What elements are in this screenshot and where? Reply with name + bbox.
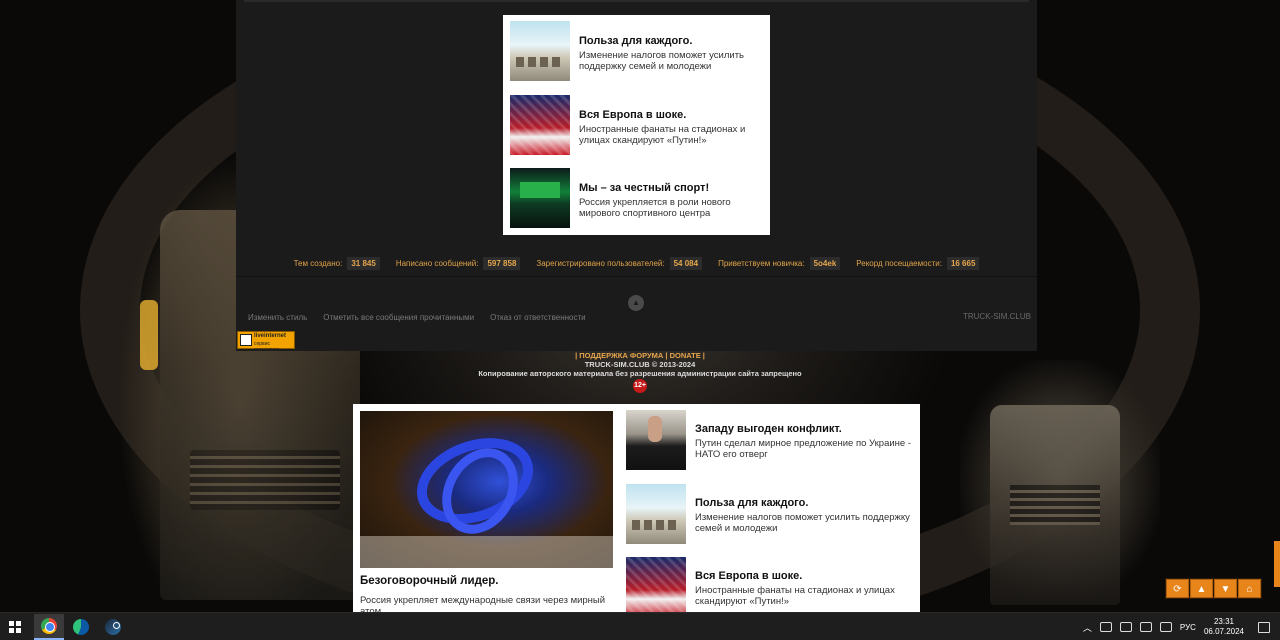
- ad-item[interactable]: Мы – за честный спорт! Россия укрепляетс…: [510, 168, 763, 228]
- copyright-notice: Копирование авторского материала без раз…: [478, 369, 802, 378]
- scroll-to-top-icon[interactable]: ▲: [628, 295, 644, 311]
- edge-taskbar-button[interactable]: [66, 614, 96, 640]
- notification-icon[interactable]: [1258, 621, 1270, 633]
- ad-desc: Путин сделал мирное предложение по Украи…: [695, 438, 911, 460]
- ad-title[interactable]: Польза для каждого.: [579, 35, 763, 48]
- stat-value: 597 858: [483, 257, 521, 270]
- stat-label: Приветствуем новичка:: [718, 259, 805, 268]
- ad-block-bottom: Безоговорочный лидер. Россия укрепляет м…: [353, 404, 920, 612]
- classroom-photo[interactable]: [626, 483, 686, 544]
- copyright-text: TRUCK-SIM.CLUB © 2013-2024: [584, 360, 696, 369]
- ad-block-top: Польза для каждого. Изменение налогов по…: [503, 15, 770, 235]
- ad-desc: Иностранные фанаты на стадионах и улицах…: [579, 123, 746, 146]
- ad-item[interactable]: Вся Европа в шоке. Иностранные фанаты на…: [626, 557, 916, 612]
- stat-value: 54 084: [669, 257, 703, 270]
- arrow-up-icon[interactable]: ▲: [1190, 579, 1213, 598]
- steam-icon: [105, 619, 121, 635]
- steam-taskbar-button[interactable]: [98, 614, 128, 640]
- disclaimer-link[interactable]: Отказ от ответственности: [490, 313, 586, 322]
- counter-label: liveinternet: [254, 333, 287, 339]
- stat-posts: Написано сообщений: 597 858: [396, 257, 521, 270]
- arrow-down-icon[interactable]: ▼: [1214, 579, 1237, 598]
- ad-desc: Изменение налогов поможет усилить поддер…: [695, 511, 910, 534]
- change-style-link[interactable]: Изменить стиль: [248, 313, 307, 322]
- refresh-icon[interactable]: ⟳: [1166, 579, 1189, 598]
- age-rating-badge: 12+: [633, 379, 647, 393]
- side-tab[interactable]: [1274, 541, 1280, 587]
- footer-links: Изменить стиль Отметить все сообщения пр…: [248, 313, 586, 322]
- ad-item[interactable]: Вся Европа в шоке. Иностранные фанаты на…: [510, 94, 763, 155]
- forum-stats: Тем создано: 31 845 Написано сообщений: …: [236, 257, 1037, 270]
- keyboard-icon[interactable]: [1139, 622, 1152, 632]
- ad-title[interactable]: Западу выгоден конфликт.: [695, 423, 916, 436]
- counter-icon: [240, 334, 252, 346]
- football-fans-photo[interactable]: [510, 94, 570, 155]
- man-in-suit-photo[interactable]: [626, 410, 686, 470]
- chrome-icon: [41, 618, 57, 634]
- site-name-link[interactable]: TRUCK-SIM.CLUB: [963, 312, 1031, 321]
- volume-icon[interactable]: [1159, 622, 1172, 632]
- liveinternet-counter[interactable]: liveinternet сервис статистики: [237, 331, 295, 353]
- ad-item[interactable]: Западу выгоден конфликт. Путин сделал ми…: [626, 410, 916, 470]
- battery-icon[interactable]: [1119, 622, 1132, 632]
- ad-title[interactable]: Безоговорочный лидер.: [360, 575, 498, 587]
- mark-all-read-link[interactable]: Отметить все сообщения прочитанными: [323, 313, 474, 322]
- edge-icon: [73, 619, 89, 635]
- ad-title[interactable]: Польза для каждого.: [695, 497, 916, 510]
- system-tray: ︿ РУС 23:31 06.07.2024: [1083, 613, 1280, 640]
- stat-value: 16 665: [946, 257, 980, 270]
- truck-right-image: [990, 405, 1120, 605]
- language-indicator[interactable]: РУС: [1180, 623, 1196, 632]
- clock[interactable]: 23:31 06.07.2024: [1204, 617, 1244, 637]
- stat-newest-user[interactable]: Приветствуем новичка: 5o4ek: [718, 257, 841, 270]
- stat-label: Зарегистрировано пользователей:: [536, 259, 665, 268]
- ad-item[interactable]: Польза для каждого. Изменение налогов по…: [626, 483, 916, 544]
- clock-date: 06.07.2024: [1203, 627, 1244, 636]
- support-donate-links[interactable]: | ПОДДЕРЖКА ФОРУМА | DONATE |: [0, 351, 1280, 360]
- football-fans-photo[interactable]: [626, 557, 686, 612]
- stat-label: Тем создано:: [293, 259, 343, 268]
- divider: [244, 0, 1029, 2]
- chrome-taskbar-button[interactable]: [34, 614, 64, 640]
- monument-photo[interactable]: [360, 411, 613, 568]
- stat-users: Зарегистрировано пользователей: 54 084: [536, 257, 703, 270]
- network-icon[interactable]: [1099, 622, 1112, 632]
- ad-title[interactable]: Вся Европа в шоке.: [695, 570, 916, 583]
- windows-taskbar: ︿ РУС 23:31 06.07.2024: [0, 612, 1280, 640]
- stat-topics: Тем создано: 31 845: [294, 257, 380, 270]
- newest-user-link[interactable]: 5o4ek: [809, 257, 841, 270]
- stat-value: 31 845: [347, 257, 380, 270]
- ad-desc: Россия укрепляется в роли нового мировог…: [579, 197, 731, 219]
- page-nav-buttons: ⟳ ▲ ▼ ⌂: [1165, 578, 1262, 599]
- copyright-block: | ПОДДЕРЖКА ФОРУМА | DONATE | TRUCK-SIM.…: [0, 351, 1280, 393]
- stat-label: Написано сообщений:: [395, 259, 479, 268]
- ad-desc: Иностранные фанаты на стадионах и улицах…: [695, 585, 895, 607]
- sports-arena-photo[interactable]: [510, 168, 570, 228]
- home-icon[interactable]: ⌂: [1238, 579, 1261, 598]
- classroom-photo[interactable]: [510, 21, 570, 81]
- stat-record: Рекорд посещаемости: 16 665: [856, 257, 980, 270]
- ad-item[interactable]: Польза для каждого. Изменение налогов по…: [510, 21, 763, 81]
- tray-expand-icon[interactable]: ︿: [1083, 621, 1092, 634]
- clock-time: 23:31: [1213, 617, 1234, 626]
- ad-title[interactable]: Мы – за честный спорт!: [579, 182, 763, 195]
- ad-desc: Россия укрепляет международные связи чер…: [360, 595, 606, 612]
- stat-label: Рекорд посещаемости:: [856, 259, 942, 268]
- divider: [236, 276, 1037, 277]
- windows-start-icon[interactable]: [9, 621, 21, 633]
- ad-desc: Изменение налогов поможет усилить поддер…: [579, 50, 744, 72]
- ad-title[interactable]: Вся Европа в шоке.: [579, 109, 763, 122]
